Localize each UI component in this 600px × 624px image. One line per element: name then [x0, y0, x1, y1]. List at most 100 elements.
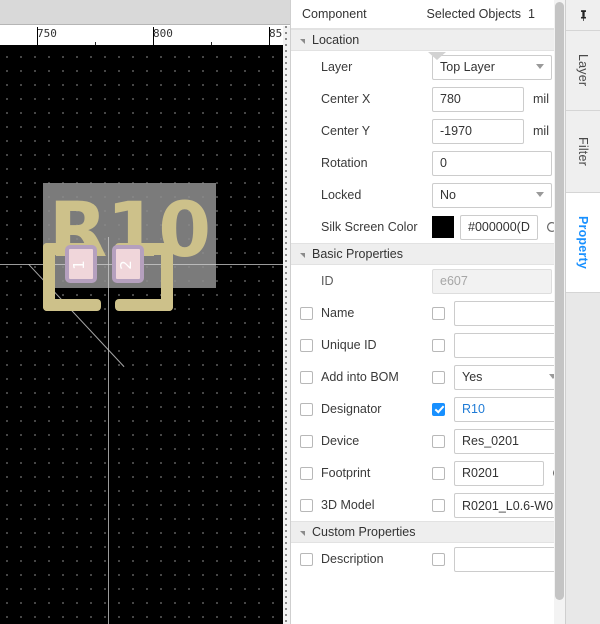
chevron-down-icon — [536, 64, 544, 69]
row-id: ID e607 — [291, 265, 565, 297]
tab-filter[interactable]: Filter — [566, 111, 600, 193]
vertical-ruler-tick — [285, 596, 287, 598]
label-description: Description — [321, 552, 384, 566]
section-header-basic-properties[interactable]: Basic Properties — [291, 243, 565, 265]
vertical-ruler-tick — [285, 344, 287, 346]
input-description[interactable] — [454, 546, 565, 572]
pcb-canvas-area[interactable]: 750 800 850 R10 1 — [0, 0, 290, 624]
vertical-ruler-tick — [285, 194, 287, 196]
vertical-ruler-tick — [285, 332, 287, 334]
locked-checkbox-spacer — [300, 189, 313, 202]
checkbox-description-visible[interactable] — [432, 552, 445, 566]
checkbox-3d-model-visible[interactable] — [432, 498, 445, 512]
section-header-custom-properties[interactable]: Custom Properties — [291, 521, 565, 543]
vertical-ruler-tick — [285, 386, 287, 388]
input-rotation[interactable]: 0 — [432, 150, 552, 176]
vertical-ruler-tick — [285, 512, 287, 514]
tab-property[interactable]: Property — [566, 193, 600, 293]
value-designator: R10 — [462, 402, 485, 416]
vertical-ruler-tick — [285, 434, 287, 436]
vertical-ruler-tick — [285, 464, 287, 466]
vertical-ruler-tick — [285, 362, 287, 364]
location-rows: Layer Top Layer Center X 780 mil Center … — [291, 51, 565, 243]
vertical-ruler-tick — [285, 98, 287, 100]
vertical-ruler-tick — [285, 476, 287, 478]
section-title-custom-properties: Custom Properties — [312, 525, 416, 539]
vertical-ruler-tick — [285, 578, 287, 580]
checkbox-3d-model-label[interactable] — [300, 498, 313, 512]
tab-layer[interactable]: Layer — [566, 31, 600, 111]
checkbox-device-label[interactable] — [300, 434, 313, 448]
vertical-ruler-tick — [285, 548, 287, 550]
checkbox-add-into-bom-label[interactable] — [300, 370, 313, 384]
unit-center-y: mil — [533, 124, 549, 138]
select-layer[interactable]: Top Layer — [432, 54, 552, 80]
label-center-y: Center Y — [321, 124, 371, 138]
panel-header: Component Selected Objects 1 — [291, 0, 565, 29]
pin-icon[interactable] — [566, 0, 600, 31]
vertical-ruler-tick — [285, 572, 287, 574]
center-y-checkbox-spacer — [300, 125, 313, 138]
checkbox-footprint-label[interactable] — [300, 466, 313, 480]
vertical-ruler-tick — [285, 44, 287, 46]
checkbox-designator-label[interactable] — [300, 402, 313, 416]
checkbox-description-label[interactable] — [300, 552, 313, 566]
ruler-label-750: 750 — [37, 27, 57, 40]
vertical-ruler-tick — [285, 368, 287, 370]
vertical-ruler-tick — [285, 440, 287, 442]
input-unique-id[interactable] — [454, 332, 565, 358]
row-name: Name — [291, 297, 565, 329]
vertical-ruler-tick — [285, 380, 287, 382]
ruler-label-850: 850 — [269, 27, 283, 40]
vertical-ruler-tick — [285, 560, 287, 562]
vertical-ruler-tick — [285, 374, 287, 376]
value-add-into-bom: Yes — [462, 370, 483, 384]
panel-title: Component — [302, 7, 367, 21]
row-description: Description — [291, 543, 565, 575]
custom-properties-rows: Description — [291, 543, 565, 575]
checkbox-add-into-bom-visible[interactable] — [432, 370, 445, 384]
input-center-x[interactable]: 780 — [432, 86, 524, 112]
checkbox-unique-id-label[interactable] — [300, 338, 313, 352]
vertical-ruler-tick — [285, 500, 287, 502]
input-device[interactable]: Res_0201 — [454, 428, 565, 454]
checkbox-name-label[interactable] — [300, 306, 313, 320]
pad-2-number: 2 — [116, 260, 135, 270]
input-silk-screen-color[interactable]: #000000(D — [460, 214, 538, 240]
vertical-ruler-tick — [285, 398, 287, 400]
silk-checkbox-spacer — [300, 221, 313, 234]
row-3d-model: 3D Model R0201_L0.6-W0⋯ — [291, 489, 565, 521]
collapse-triangle-icon — [300, 530, 305, 536]
select-locked[interactable]: No — [432, 182, 552, 208]
vertical-ruler-tick — [285, 218, 287, 220]
vertical-ruler-tick — [285, 494, 287, 496]
tab-layer-label: Layer — [576, 54, 590, 87]
input-name[interactable] — [454, 300, 565, 326]
section-header-location[interactable]: Location — [291, 29, 565, 51]
color-swatch-silk-screen[interactable] — [432, 216, 454, 238]
pcb-viewport[interactable]: R10 1 2 — [0, 51, 283, 624]
label-designator: Designator — [321, 402, 382, 416]
input-3d-model[interactable]: R0201_L0.6-W0⋯ — [454, 492, 565, 518]
vertical-ruler-tick — [285, 236, 287, 238]
panel-scrollbar-thumb[interactable] — [555, 2, 564, 600]
select-add-into-bom[interactable]: Yes — [454, 364, 565, 390]
vertical-ruler-tick — [285, 470, 287, 472]
selected-objects-label: Selected Objects — [426, 7, 522, 21]
vertical-ruler[interactable] — [283, 26, 290, 624]
checkbox-name-visible[interactable] — [432, 306, 445, 320]
pad-1-number: 1 — [69, 260, 88, 270]
checkbox-footprint-visible[interactable] — [432, 466, 445, 480]
input-footprint[interactable]: R0201 — [454, 460, 544, 486]
input-center-y[interactable]: -1970 — [432, 118, 524, 144]
input-designator[interactable]: R10 — [454, 396, 565, 422]
panel-scrollbar-track[interactable] — [554, 0, 565, 624]
checkbox-device-visible[interactable] — [432, 434, 445, 448]
row-center-y: Center Y -1970 mil — [291, 115, 565, 147]
value-3d-model: R0201_L0.6-W0⋯ — [462, 498, 565, 513]
basic-properties-rows: ID e607 Name Unique ID Add into BOM Yes … — [291, 265, 565, 521]
checkbox-designator-visible[interactable] — [432, 402, 445, 416]
checkbox-unique-id-visible[interactable] — [432, 338, 445, 352]
label-id: ID — [321, 274, 334, 288]
center-x-checkbox-spacer — [300, 93, 313, 106]
